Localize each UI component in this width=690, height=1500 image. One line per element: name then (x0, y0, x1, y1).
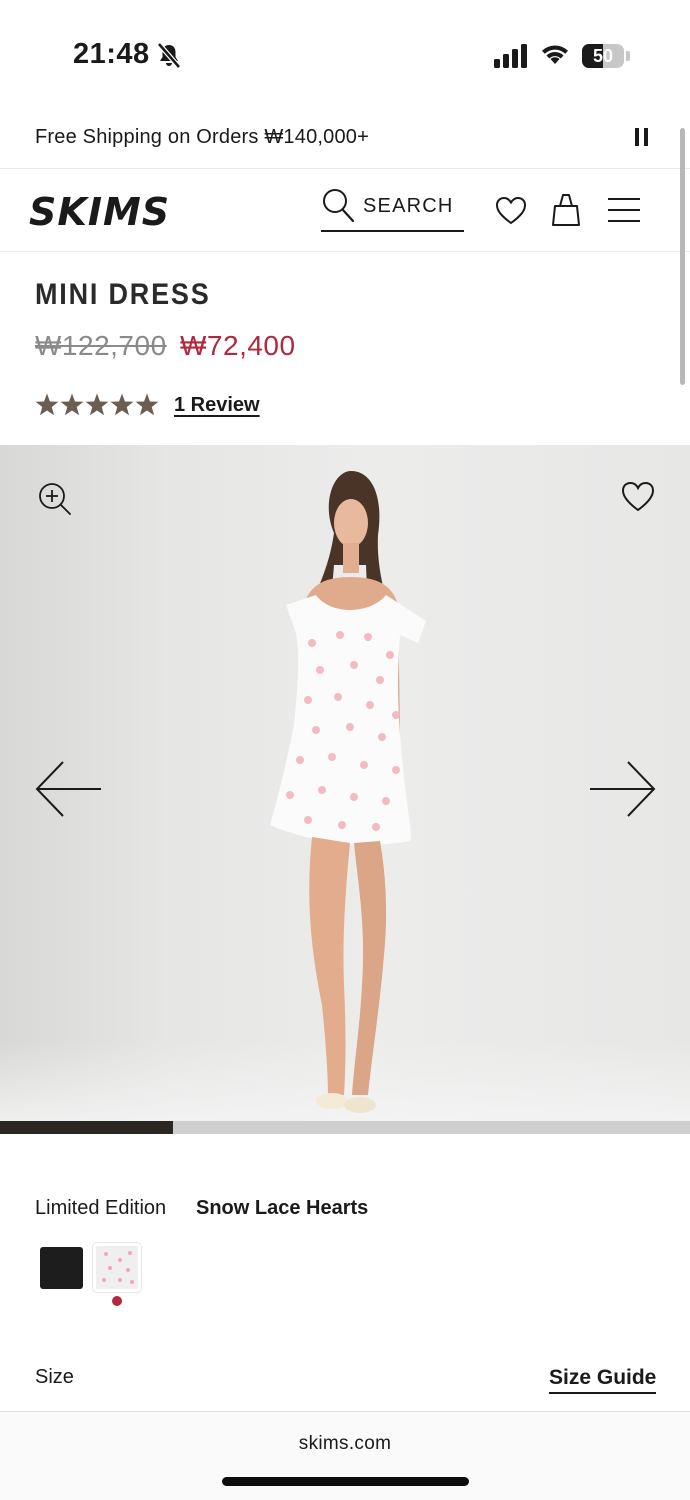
pause-icon[interactable] (635, 128, 649, 146)
status-bar: 21:48 50 (0, 0, 690, 110)
search-button[interactable]: SEARCH (321, 187, 464, 232)
promo-text: Free Shipping on Orders ₩140,000+ (35, 126, 370, 148)
url-label[interactable]: skims.com (0, 1433, 690, 1455)
gallery-wishlist-heart-icon[interactable] (621, 481, 655, 513)
promo-bar: Free Shipping on Orders ₩140,000+ (0, 110, 690, 169)
color-swatch-black[interactable] (40, 1247, 83, 1289)
size-guide-link[interactable]: Size Guide (549, 1366, 657, 1394)
star-icon (110, 393, 134, 416)
battery-level: 50 (592, 46, 614, 66)
wifi-icon (542, 45, 568, 64)
zoom-in-icon[interactable] (38, 482, 72, 516)
shopping-bag-icon[interactable] (551, 193, 581, 227)
star-icon (60, 393, 84, 416)
arrow-left-icon[interactable] (35, 760, 103, 818)
star-icon (35, 393, 59, 416)
scrollbar[interactable] (680, 128, 685, 385)
battery-indicator: 50 (582, 44, 624, 68)
star-icon (85, 393, 109, 416)
product-gallery[interactable] (0, 445, 690, 1121)
battery-cap (626, 51, 630, 61)
search-icon (323, 189, 355, 223)
product-photo (270, 470, 426, 1113)
arrow-right-icon[interactable] (588, 760, 656, 818)
star-rating (35, 393, 159, 416)
gallery-progress-fill (0, 1121, 173, 1134)
color-swatch-snow-lace-hearts[interactable] (92, 1242, 142, 1293)
color-value: Snow Lace Hearts (196, 1197, 369, 1219)
status-time: 21:48 (73, 38, 150, 70)
reviews-link[interactable]: 1 Review (174, 394, 260, 417)
home-indicator[interactable] (222, 1477, 469, 1486)
skims-logo[interactable]: SKIMS (27, 189, 195, 231)
logo-text: SKIMS (29, 190, 170, 231)
star-icon (135, 393, 159, 416)
product-title: MINI DRESS (35, 278, 211, 311)
bell-slash-icon (157, 42, 181, 69)
swatch-pattern (96, 1246, 138, 1289)
price-original: ₩122,700 (35, 330, 167, 361)
size-label: Size (35, 1366, 74, 1388)
selected-swatch-dot (112, 1296, 122, 1306)
cellular-signal-icon (494, 44, 527, 68)
price-sale: ₩72,400 (180, 330, 296, 361)
menu-icon[interactable] (607, 197, 641, 223)
search-label: SEARCH (363, 195, 454, 217)
color-label: Limited Edition (35, 1197, 167, 1219)
gallery-progress (0, 1121, 690, 1134)
wishlist-heart-icon[interactable] (495, 196, 527, 226)
browser-bar (0, 1411, 690, 1500)
